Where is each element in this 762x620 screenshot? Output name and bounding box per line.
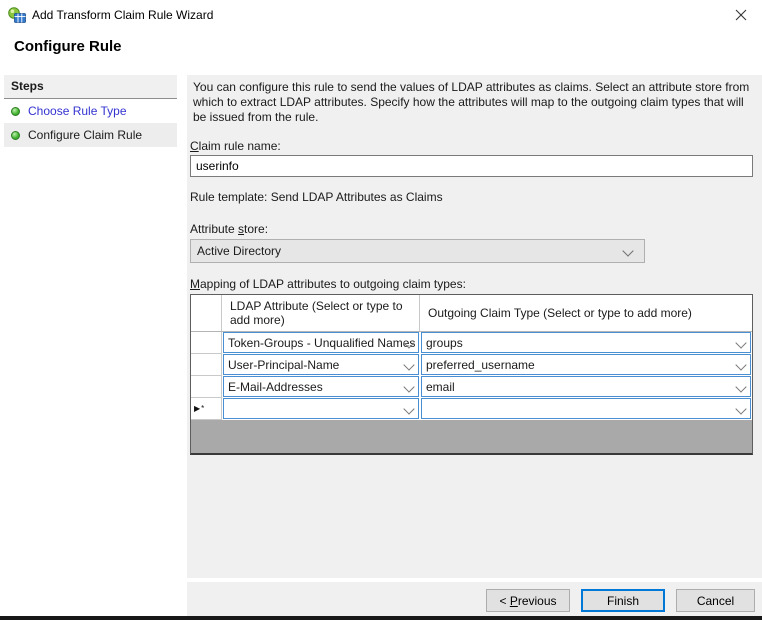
rule-template-text: Rule template: Send LDAP Attributes as C…	[190, 190, 443, 204]
close-icon	[735, 9, 747, 21]
outgoing-claim-type-combobox[interactable]: groups	[421, 332, 751, 353]
step-status-icon	[11, 131, 20, 140]
new-row-indicator-icon: ▶*	[194, 404, 205, 413]
attribute-store-value: Active Directory	[197, 244, 281, 258]
rule-description: You can configure this rule to send the …	[193, 80, 755, 125]
combo-chevron-icon	[403, 381, 414, 392]
previous-button[interactable]: < Previous	[486, 589, 570, 612]
cancel-button[interactable]: Cancel	[676, 589, 755, 612]
sidebar-item-label: Configure Claim Rule	[28, 128, 142, 142]
page-title: Configure Rule	[14, 38, 122, 55]
outgoing-claim-type-combobox[interactable]: email	[421, 376, 751, 397]
table-row: ▶*	[191, 398, 752, 420]
combo-chevron-icon	[403, 359, 414, 370]
sidebar-item-configure-claim-rule[interactable]: Configure Claim Rule	[4, 123, 177, 147]
table-row: E-Mail-Addresses email	[191, 376, 752, 398]
row-selector-cell[interactable]	[191, 354, 222, 376]
sidebar-item-label: Choose Rule Type	[28, 104, 127, 118]
ldap-attribute-combobox[interactable]: Token-Groups - Unqualified Names	[223, 332, 419, 353]
attribute-store-label: Attribute store:	[190, 222, 268, 236]
combo-chevron-icon	[403, 403, 414, 414]
step-status-icon	[11, 107, 20, 116]
grid-col-header-outgoing-claim-type[interactable]: Outgoing Claim Type (Select or type to a…	[420, 295, 752, 331]
grid-header-row: LDAP Attribute (Select or type to add mo…	[191, 295, 752, 332]
titlebar: Add Transform Claim Rule Wizard	[0, 0, 762, 30]
steps-header: Steps	[4, 75, 177, 99]
grid-col-header-ldap-attribute[interactable]: LDAP Attribute (Select or type to add mo…	[222, 295, 420, 331]
claim-rule-name-label: Claim rule name:	[190, 139, 281, 153]
mapping-grid: LDAP Attribute (Select or type to add mo…	[190, 294, 753, 455]
ldap-attribute-combobox[interactable]: E-Mail-Addresses	[223, 376, 419, 397]
row-selector-cell[interactable]	[191, 332, 222, 354]
combo-chevron-icon	[735, 381, 746, 392]
grid-body: Token-Groups - Unqualified Names groups …	[191, 332, 752, 420]
close-button[interactable]	[728, 4, 754, 26]
finish-button[interactable]: Finish	[581, 589, 665, 612]
row-selector-cell[interactable]	[191, 376, 222, 398]
grid-selector-header-cell	[191, 295, 222, 331]
table-row: Token-Groups - Unqualified Names groups	[191, 332, 752, 354]
mapping-label: Mapping of LDAP attributes to outgoing c…	[190, 277, 466, 291]
attribute-store-select[interactable]: Active Directory	[190, 239, 645, 263]
claim-rule-name-input[interactable]	[190, 155, 753, 177]
wizard-window: Add Transform Claim Rule Wizard Configur…	[0, 0, 762, 620]
table-row: User-Principal-Name preferred_username	[191, 354, 752, 376]
window-bottom-edge	[0, 616, 762, 620]
ldap-attribute-combobox[interactable]: User-Principal-Name	[223, 354, 419, 375]
window-title: Add Transform Claim Rule Wizard	[32, 8, 213, 22]
steps-panel: Steps Choose Rule Type Configure Claim R…	[4, 75, 177, 616]
wizard-icon	[8, 7, 26, 23]
sidebar-item-choose-rule-type[interactable]: Choose Rule Type	[4, 99, 177, 123]
ldap-attribute-combobox[interactable]	[223, 398, 419, 419]
chevron-down-icon	[622, 245, 633, 256]
outgoing-claim-type-combobox[interactable]: preferred_username	[421, 354, 751, 375]
outgoing-claim-type-combobox[interactable]	[421, 398, 751, 419]
combo-chevron-icon	[735, 337, 746, 348]
combo-chevron-icon	[735, 359, 746, 370]
row-selector-cell[interactable]: ▶*	[191, 398, 222, 420]
combo-chevron-icon	[735, 403, 746, 414]
